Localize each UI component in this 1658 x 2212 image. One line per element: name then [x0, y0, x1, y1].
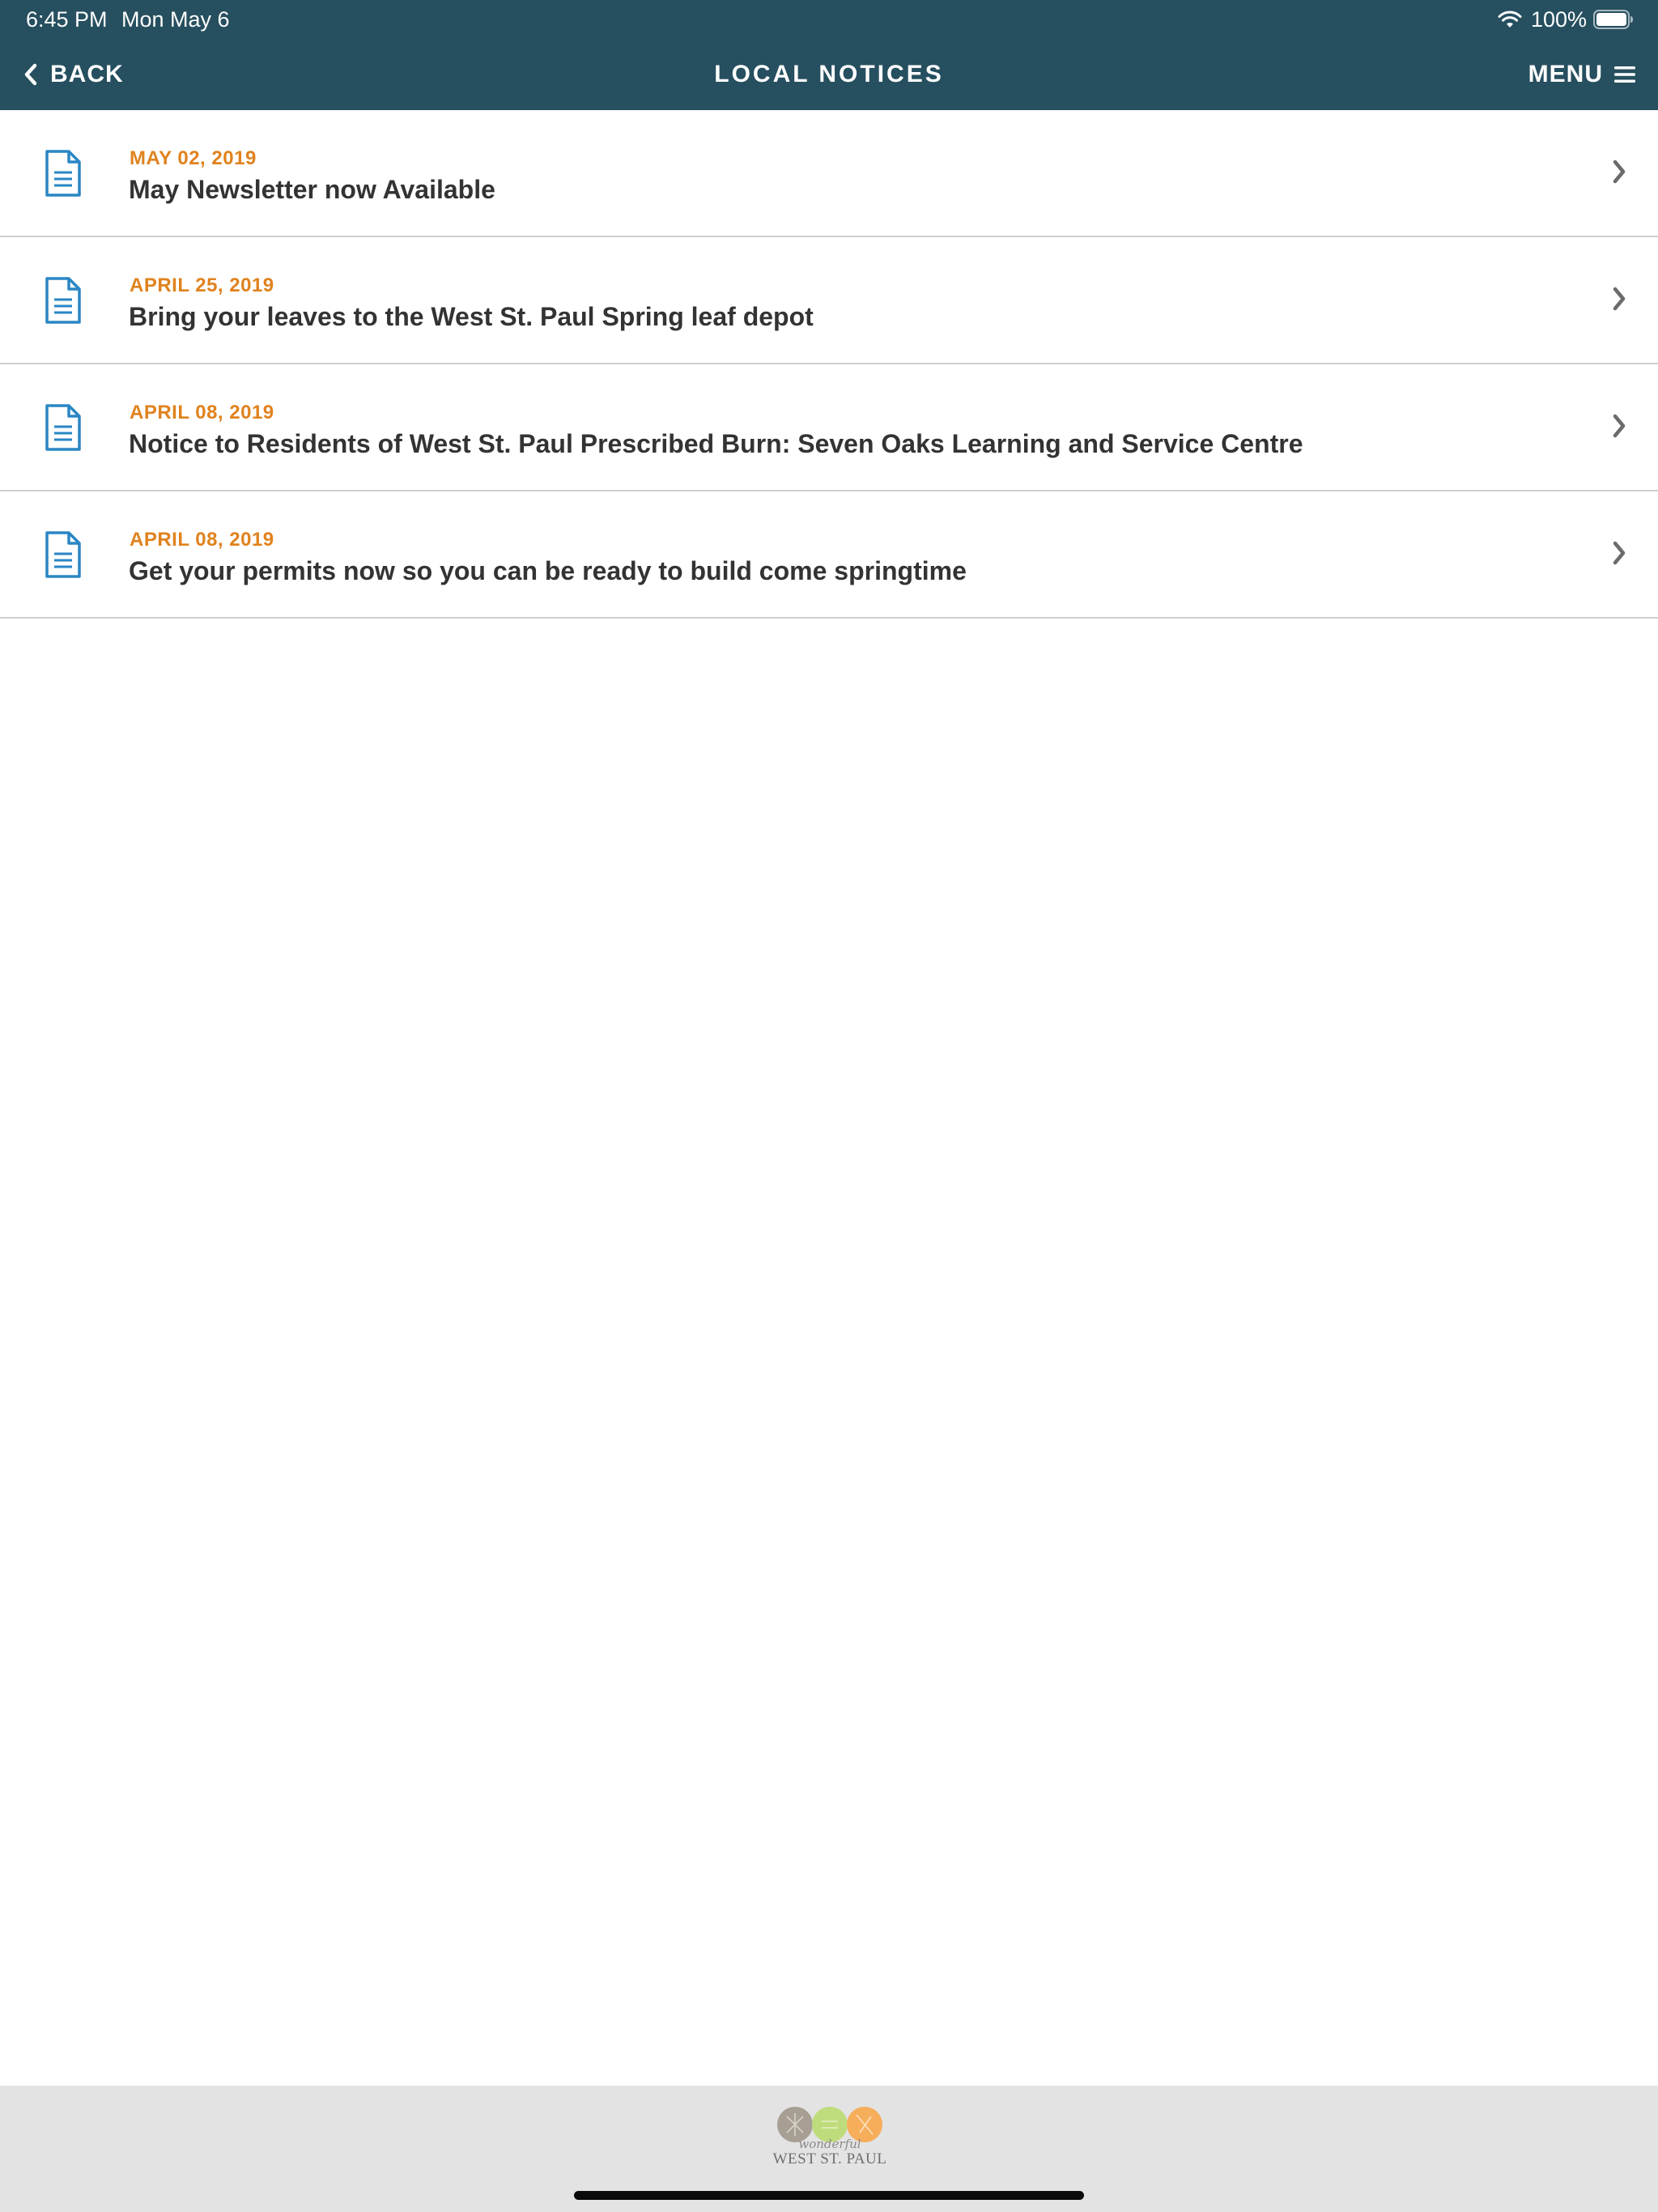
notice-title: May Newsletter now Available [129, 175, 495, 204]
status-date: Mon May 6 [121, 7, 230, 32]
hamburger-menu-icon [1614, 66, 1635, 83]
notice-item[interactable]: MAY 02, 2019 May Newsletter now Availabl… [0, 110, 1658, 237]
notice-item[interactable]: APRIL 08, 2019 Notice to Residents of We… [0, 364, 1658, 491]
wifi-icon [1498, 11, 1522, 28]
top-bar: 6:45 PM Mon May 6 100% BACK LOCAL NOTICE… [0, 0, 1658, 110]
footer: wonderful WEST ST. PAUL [0, 2086, 1658, 2212]
notice-item[interactable]: APRIL 08, 2019 Get your permits now so y… [0, 491, 1658, 619]
notice-item[interactable]: APRIL 25, 2019 Bring your leaves to the … [0, 237, 1658, 364]
logo-script-text: wonderful [798, 2137, 861, 2151]
notice-list: MAY 02, 2019 May Newsletter now Availabl… [0, 110, 1658, 619]
notice-title: Get your permits now so you can be ready… [129, 556, 967, 585]
notice-date: APRIL 25, 2019 [130, 274, 274, 296]
menu-label: MENU [1528, 61, 1603, 87]
navigation-bar: BACK LOCAL NOTICES MENU [0, 39, 1658, 110]
battery-percentage: 100% [1530, 7, 1587, 32]
page-title: LOCAL NOTICES [714, 61, 944, 87]
notice-title: Bring your leaves to the West St. Paul S… [129, 302, 814, 331]
document-icon [45, 277, 81, 324]
status-bar: 6:45 PM Mon May 6 100% [0, 0, 1658, 39]
chevron-right-icon [1613, 414, 1626, 438]
status-time: 6:45 PM [26, 7, 108, 32]
document-icon [45, 150, 81, 197]
notice-title: Notice to Residents of West St. Paul Pre… [129, 429, 1303, 458]
chevron-right-icon [1613, 160, 1626, 184]
menu-button[interactable]: MENU [1528, 55, 1635, 94]
notice-date: MAY 02, 2019 [130, 147, 257, 169]
status-indicators: 100% [1497, 6, 1634, 32]
document-icon [45, 404, 81, 451]
home-indicator[interactable] [574, 2191, 1084, 2200]
battery-icon [1593, 10, 1633, 29]
chevron-right-icon [1613, 541, 1626, 565]
west-st-paul-logo: wonderful WEST ST. PAUL [769, 2105, 891, 2170]
chevron-right-icon [1613, 287, 1626, 311]
document-icon [45, 531, 81, 578]
notice-date: APRIL 08, 2019 [130, 529, 274, 551]
logo-name-text: WEST ST. PAUL [772, 2150, 887, 2167]
notice-date: APRIL 08, 2019 [130, 402, 274, 423]
